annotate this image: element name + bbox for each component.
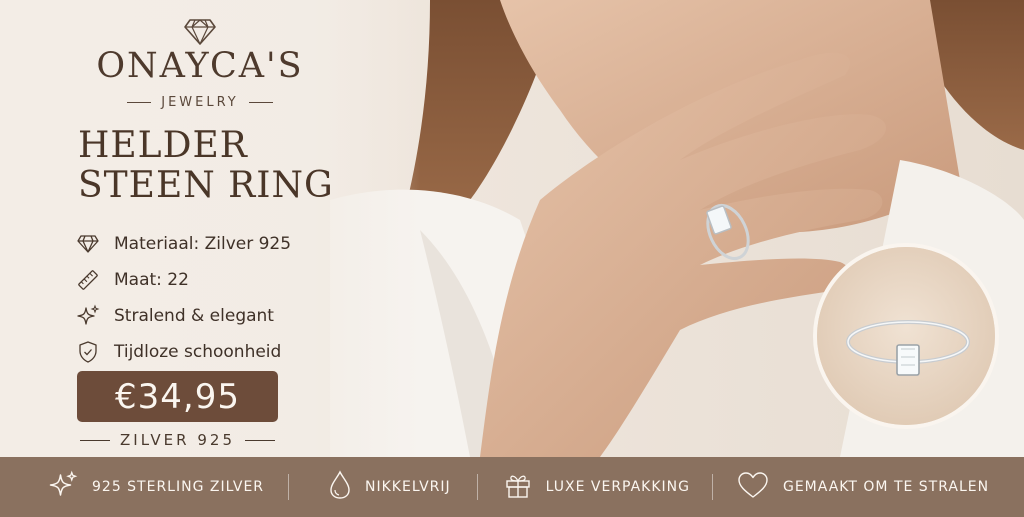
brand-subtitle: JEWELRY (100, 92, 300, 112)
benefit-item: 925 STERLING ZILVER (48, 470, 264, 504)
feature-label: Stralend & elegant (114, 306, 274, 326)
benefit-item: NIKKELVRIJ (329, 470, 451, 504)
feature-label: Materiaal: Zilver 925 (114, 234, 292, 254)
sparkle-icon (76, 304, 100, 328)
divider-rule (248, 101, 273, 103)
divider-rule (127, 101, 152, 103)
metal-label-text: ZILVER 925 (120, 431, 235, 449)
benefit-label: NIKKELVRIJ (365, 479, 451, 495)
shield-icon (76, 340, 100, 364)
feature-label: Tijdloze schoonheid (114, 342, 282, 362)
feature-item: Maat: 22 (76, 262, 356, 298)
divider-rule (80, 439, 111, 441)
feature-item: Tijdloze schoonheid (76, 334, 356, 370)
benefit-label: GEMAAKT OM TE STRALEN (782, 479, 990, 495)
benefit-separator (711, 474, 713, 500)
ring-closeup (813, 243, 999, 429)
product-banner: ONAYCA'S JEWELRY HELDER STEEN RING Mater… (0, 0, 1024, 517)
benefit-separator (288, 474, 290, 500)
brand-subtitle-text: JEWELRY (161, 94, 239, 110)
price-tag: €34,95 (77, 371, 278, 422)
benefit-item: LUXE VERPAKKING (504, 471, 690, 503)
info-panel: ONAYCA'S JEWELRY HELDER STEEN RING Mater… (0, 0, 360, 457)
benefit-label: LUXE VERPAKKING (545, 479, 690, 495)
heart-icon (737, 471, 769, 503)
product-title-line1: HELDER (78, 125, 248, 166)
feature-list: Materiaal: Zilver 925 Maat: 22 Stralend … (76, 226, 356, 370)
feature-item: Stralend & elegant (76, 298, 356, 334)
feature-item: Materiaal: Zilver 925 (76, 226, 356, 262)
gift-icon (504, 471, 532, 503)
benefit-item: GEMAAKT OM TE STRALEN (737, 471, 989, 503)
sparkle-icon (48, 470, 78, 504)
divider-rule (244, 439, 275, 441)
price-value: €34,95 (115, 376, 240, 417)
diamond-logo-icon (183, 18, 217, 46)
brand-name: ONAYCA'S (96, 46, 304, 86)
ruler-icon (76, 268, 100, 292)
metal-label: ZILVER 925 (77, 430, 278, 450)
benefit-separator (476, 474, 478, 500)
drop-icon (329, 470, 351, 504)
diamond-icon (76, 232, 100, 256)
product-title-line2: STEEN RING (78, 165, 334, 206)
benefit-label: 925 STERLING ZILVER (92, 479, 265, 495)
feature-label: Maat: 22 (114, 270, 189, 290)
benefits-bar: 925 STERLING ZILVER NIKKELVRIJ LUXE VERP… (0, 457, 1024, 517)
product-title: HELDER STEEN RING (78, 126, 358, 206)
